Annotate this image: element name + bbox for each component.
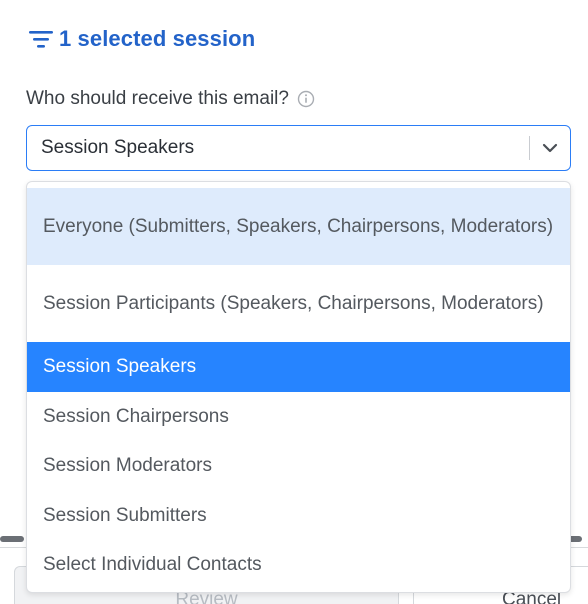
option-session-moderators[interactable]: Session Moderators bbox=[27, 441, 570, 491]
option-label: Select Individual Contacts bbox=[43, 554, 262, 576]
selected-sessions-label[interactable]: 1 selected session bbox=[59, 26, 255, 52]
recipient-select-value: Session Speakers bbox=[41, 137, 195, 158]
background-scrollbar-left bbox=[0, 536, 24, 542]
option-everyone[interactable]: Everyone (Submitters, Speakers, Chairper… bbox=[27, 188, 570, 265]
option-label: Everyone (Submitters, Speakers, Chairper… bbox=[43, 216, 554, 237]
option-session-chairpersons[interactable]: Session Chairpersons bbox=[27, 392, 570, 442]
chevron-down-icon bbox=[542, 143, 558, 153]
option-select-individual-contacts[interactable]: Select Individual Contacts bbox=[27, 540, 570, 590]
option-label: Session Moderators bbox=[43, 455, 212, 477]
recipient-question: Who should receive this email? bbox=[26, 88, 315, 110]
option-label: Session Chairpersons bbox=[43, 405, 229, 427]
option-label: Session Submitters bbox=[43, 504, 207, 526]
recipient-question-label: Who should receive this email? bbox=[26, 88, 289, 109]
info-circle-icon[interactable] bbox=[297, 90, 315, 108]
selected-sessions-filter[interactable]: 1 selected session bbox=[28, 26, 255, 52]
option-label: Session Participants (Speakers, Chairper… bbox=[43, 293, 544, 314]
recipient-select[interactable]: Session Speakers bbox=[26, 125, 571, 171]
option-label: Session Speakers bbox=[43, 356, 197, 378]
option-session-participants[interactable]: Session Participants (Speakers, Chairper… bbox=[27, 265, 570, 342]
filter-lines-icon bbox=[29, 31, 53, 48]
option-session-speakers[interactable]: Session Speakers bbox=[27, 342, 570, 392]
recipient-options-menu: Everyone (Submitters, Speakers, Chairper… bbox=[26, 181, 571, 593]
option-session-submitters[interactable]: Session Submitters bbox=[27, 491, 570, 541]
dropdown-toggle[interactable] bbox=[530, 142, 570, 154]
